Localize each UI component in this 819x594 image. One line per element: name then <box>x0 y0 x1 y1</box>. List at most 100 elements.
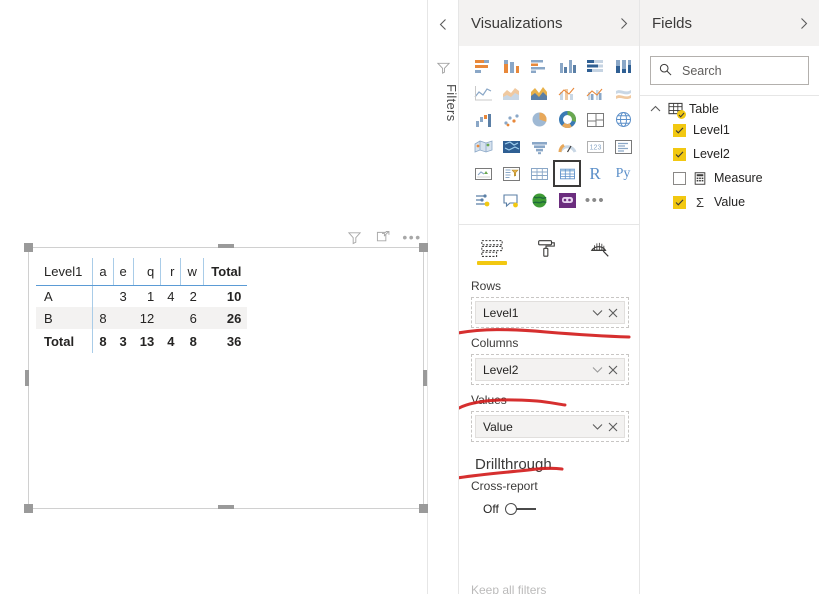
cross-report-toggle[interactable] <box>504 503 537 515</box>
viz-line-chart[interactable] <box>469 79 497 106</box>
table-row[interactable]: A 3 1 4 2 10 <box>36 285 247 307</box>
matrix-cell-a-w[interactable]: 2 <box>181 285 203 307</box>
field-chip-value[interactable]: Value <box>475 415 625 438</box>
viz-waterfall-chart[interactable] <box>469 106 497 133</box>
matrix-cell-b-w[interactable]: 6 <box>180 307 204 329</box>
visualizations-tab-strip[interactable] <box>459 225 639 265</box>
fields-table-node[interactable]: Table <box>640 96 819 119</box>
viz-filled-map[interactable] <box>469 133 497 160</box>
matrix-column-header-a[interactable]: a <box>92 258 114 286</box>
matrix-cell-a-q[interactable]: 1 <box>133 285 160 307</box>
viz-100-stacked-bar-chart[interactable] <box>581 52 609 79</box>
matrix-total-e[interactable]: 3 <box>113 329 133 353</box>
field-checkbox[interactable] <box>673 195 686 209</box>
matrix-column-header-e[interactable]: e <box>113 258 134 286</box>
field-chip-level2[interactable]: Level2 <box>475 358 625 381</box>
filters-pane-collapsed[interactable]: Filters <box>428 0 459 594</box>
remove-field-icon[interactable] <box>605 305 620 320</box>
viz-100-stacked-column-chart[interactable] <box>609 52 637 79</box>
focus-mode-icon[interactable] <box>375 229 391 245</box>
viz-kpi[interactable] <box>469 160 497 187</box>
viz-card[interactable]: 123 <box>581 133 609 160</box>
matrix-cell-b-r[interactable] <box>160 307 181 329</box>
remove-field-icon[interactable] <box>605 362 620 377</box>
matrix-total-row[interactable]: Total 8 3 13 4 8 36 <box>36 329 247 353</box>
viz-scatter-chart[interactable] <box>497 106 525 133</box>
matrix-cell-a-a[interactable] <box>93 285 113 307</box>
field-item-level2[interactable]: Level2 <box>640 142 819 166</box>
matrix-cell-b-q[interactable]: 12 <box>133 307 161 329</box>
chevron-down-icon[interactable] <box>590 305 605 320</box>
visual-type-gallery[interactable]: 123 R Py ••• <box>459 46 639 218</box>
viz-clustered-column-chart[interactable] <box>553 52 581 79</box>
tab-format[interactable] <box>529 239 563 265</box>
field-chip-level1[interactable]: Level1 <box>475 301 625 324</box>
viz-donut-chart[interactable] <box>553 106 581 133</box>
well-dropzone-rows[interactable]: Level1 <box>471 297 629 328</box>
matrix-column-header-w[interactable]: w <box>180 258 204 286</box>
matrix-total-a[interactable]: 8 <box>93 329 113 353</box>
viz-slicer[interactable] <box>497 160 525 187</box>
field-item-level1[interactable]: Level1 <box>640 118 819 142</box>
matrix-visual-container[interactable]: ••• Level1 a e q r w Total A 3 1 4 2 10 … <box>24 230 428 513</box>
chevron-up-icon[interactable] <box>648 102 662 116</box>
matrix-cell-b-e[interactable] <box>113 307 134 329</box>
more-visuals-icon[interactable]: ••• <box>585 193 605 208</box>
viz-stacked-column-chart[interactable] <box>497 52 525 79</box>
chevron-right-icon[interactable] <box>798 17 809 30</box>
viz-line-stacked-column-chart[interactable] <box>553 79 581 106</box>
viz-pie-chart[interactable] <box>525 106 553 133</box>
chevron-down-icon[interactable] <box>590 362 605 377</box>
well-dropzone-columns[interactable]: Level2 <box>471 354 629 385</box>
matrix-column-header-r[interactable]: r <box>160 258 182 286</box>
report-canvas[interactable]: ••• Level1 a e q r w Total A 3 1 4 2 10 … <box>0 0 428 594</box>
viz-more-visuals[interactable]: ••• <box>581 187 609 214</box>
viz-ribbon-chart[interactable] <box>609 79 637 106</box>
matrix-column-header-q[interactable]: q <box>133 258 162 286</box>
viz-clustered-bar-chart[interactable] <box>525 52 553 79</box>
viz-multi-row-card[interactable] <box>609 133 637 160</box>
matrix-cell-a-r[interactable]: 4 <box>161 285 181 307</box>
viz-custom-visual[interactable] <box>553 187 581 214</box>
resize-handle-middle-right[interactable] <box>423 370 427 386</box>
matrix-total-r[interactable]: 4 <box>161 329 181 353</box>
viz-treemap[interactable] <box>581 106 609 133</box>
matrix-table[interactable]: Level1 a e q r w Total A 3 1 4 2 10 B 8 … <box>36 258 248 353</box>
resize-handle-bottom-right[interactable] <box>419 504 428 513</box>
viz-line-clustered-column-chart[interactable] <box>581 79 609 106</box>
resize-handle-bottom-left[interactable] <box>24 504 33 513</box>
table-row[interactable]: B 8 12 6 26 <box>36 307 248 329</box>
matrix-cell-a-e[interactable]: 3 <box>113 285 133 307</box>
matrix-grand-total[interactable]: 36 <box>203 329 247 353</box>
remove-field-icon[interactable] <box>605 419 620 434</box>
viz-qna[interactable] <box>497 187 525 214</box>
resize-handle-middle-left[interactable] <box>25 370 29 386</box>
viz-python-visual[interactable]: Py <box>609 160 637 187</box>
viz-table[interactable] <box>525 160 553 187</box>
matrix-column-header-total[interactable]: Total <box>203 258 248 286</box>
well-dropzone-values[interactable]: Value <box>471 411 629 442</box>
matrix-cell-b-total[interactable]: 26 <box>203 307 248 329</box>
search-box[interactable] <box>650 56 819 85</box>
tab-analytics[interactable] <box>583 239 617 265</box>
cross-report-toggle-row[interactable]: Off <box>483 502 639 516</box>
viz-shape-map[interactable] <box>497 133 525 160</box>
field-item-value[interactable]: Σ Value <box>640 190 819 214</box>
filter-icon[interactable] <box>436 60 451 75</box>
resize-handle-top-center[interactable] <box>218 244 234 248</box>
matrix-row-label-b[interactable]: B <box>36 307 94 329</box>
search-input[interactable] <box>680 62 819 79</box>
matrix-row-label-a[interactable]: A <box>36 285 94 307</box>
chevron-down-icon[interactable] <box>590 419 605 434</box>
matrix-total-w[interactable]: 8 <box>181 329 203 353</box>
viz-arcgis-map[interactable] <box>525 187 553 214</box>
resize-handle-top-left[interactable] <box>24 243 33 252</box>
viz-r-script-visual[interactable]: R <box>581 160 609 187</box>
chevron-left-icon[interactable] <box>435 16 451 32</box>
viz-stacked-area-chart[interactable] <box>525 79 553 106</box>
field-checkbox[interactable] <box>673 123 686 137</box>
field-checkbox[interactable] <box>673 147 686 161</box>
more-options-icon[interactable]: ••• <box>402 229 420 245</box>
chevron-right-icon[interactable] <box>618 17 629 30</box>
viz-funnel-chart[interactable] <box>525 133 553 160</box>
